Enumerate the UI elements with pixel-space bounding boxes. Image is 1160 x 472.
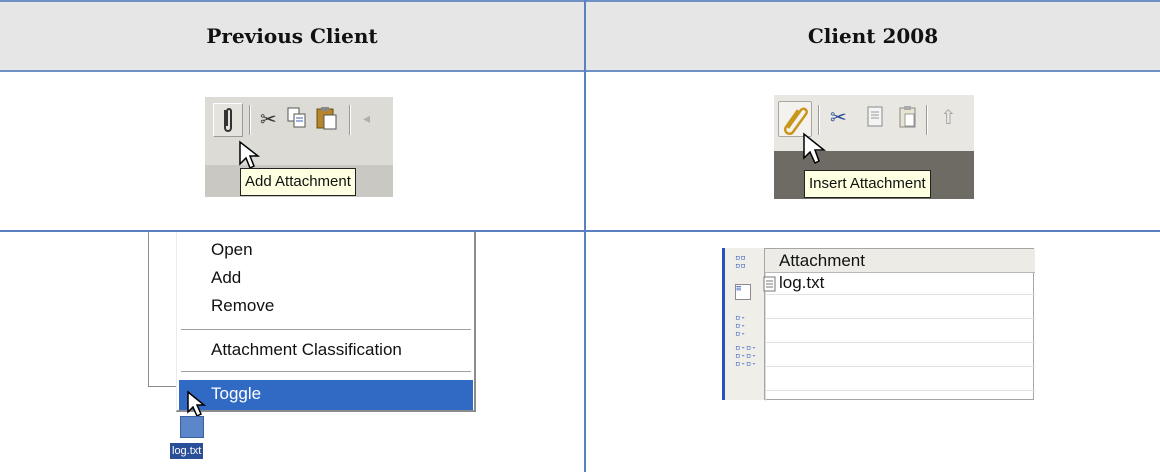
- menu-item-attachment-classification[interactable]: Attachment Classification: [211, 340, 402, 360]
- menu-item-open[interactable]: Open: [211, 240, 253, 260]
- context-menu: Open Add Remove Attachment Classificatio…: [176, 232, 476, 412]
- details-view-icon[interactable]: ≡: [735, 284, 751, 300]
- attachment-grid: Attachment log.txt: [763, 248, 1035, 401]
- toolbar-separator: [926, 105, 928, 135]
- column-header-client-2008: Client 2008: [807, 24, 939, 48]
- small-icons-view-icon[interactable]: ▫▫ ▫▫: [735, 254, 746, 271]
- add-attachment-button[interactable]: [213, 103, 243, 137]
- toolbar-separator: [818, 105, 820, 135]
- menu-item-toggle-label: Toggle: [211, 384, 262, 403]
- paste-icon[interactable]: [315, 105, 339, 131]
- paperclip-icon: [224, 108, 232, 132]
- grid-column-header[interactable]: Attachment: [765, 249, 1035, 273]
- menu-item-remove[interactable]: Remove: [211, 296, 274, 316]
- paperclip-icon: [784, 107, 808, 135]
- file-icon[interactable]: [180, 416, 204, 438]
- menu-item-toggle[interactable]: Toggle: [179, 380, 473, 410]
- toolbar-separator: [349, 105, 351, 135]
- attachment-grid-panel: ▫▫ ▫▫ ≡ ▫- ▫- ▫- ▫-▫- ▫-▫- ▫-▫- Attachment l…: [722, 248, 1035, 401]
- comparison-table: Previous Client Client 2008 ✂ ◂ Add Atta…: [0, 0, 1160, 472]
- insert-attachment-tooltip: Insert Attachment: [804, 170, 931, 198]
- row-divider: [0, 230, 1160, 232]
- toolbar-separator: [249, 105, 251, 135]
- tile-view-icon[interactable]: ▫-▫- ▫-▫- ▫-▫-: [735, 344, 757, 369]
- column-divider: [584, 0, 586, 472]
- copy-icon[interactable]: [287, 107, 307, 129]
- window-edge: [148, 232, 154, 387]
- list-view-icon[interactable]: ▫- ▫- ▫-: [735, 314, 746, 339]
- up-arrow-icon[interactable]: ⇧: [940, 105, 957, 129]
- document-icon: [763, 276, 776, 292]
- table-row: [765, 297, 1035, 319]
- table-row[interactable]: log.txt: [763, 273, 1035, 295]
- table-row: [765, 345, 1035, 367]
- menu-item-add[interactable]: Add: [211, 268, 241, 288]
- attachment-column-header: Attachment: [779, 251, 865, 270]
- attachment-name: log.txt: [779, 273, 825, 292]
- view-toolbar: ▫▫ ▫▫ ≡ ▫- ▫- ▫- ▫-▫- ▫-▫- ▫-▫-: [722, 248, 764, 400]
- table-row: [765, 321, 1035, 343]
- cut-icon[interactable]: ✂: [830, 105, 847, 129]
- cut-icon[interactable]: ✂: [260, 107, 277, 131]
- arrow-icon[interactable]: ◂: [363, 111, 370, 127]
- menu-separator: [181, 329, 471, 331]
- menu-separator: [181, 371, 471, 373]
- mouse-pointer-icon: [803, 132, 827, 165]
- file-label[interactable]: log.txt: [170, 443, 204, 459]
- copy-icon[interactable]: [866, 105, 886, 129]
- paste-icon[interactable]: [898, 105, 918, 129]
- add-attachment-tooltip: Add Attachment: [240, 168, 356, 196]
- column-header-previous-client: Previous Client: [206, 24, 378, 48]
- table-row: [765, 369, 1035, 391]
